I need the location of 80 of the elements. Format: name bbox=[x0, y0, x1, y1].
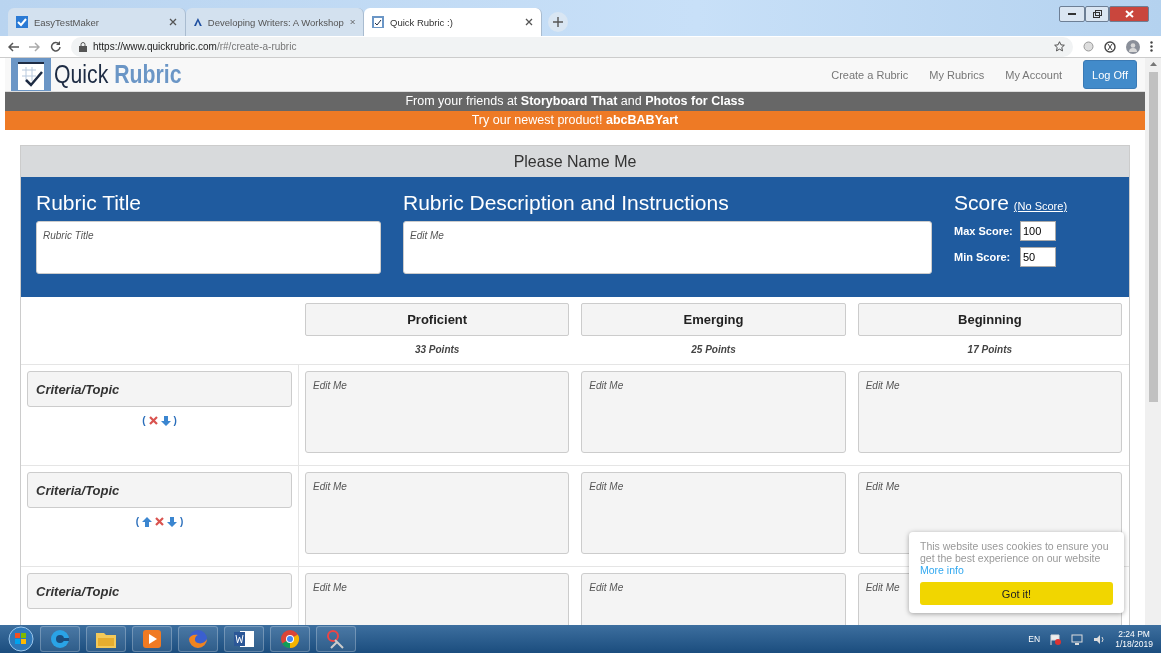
speaker-icon[interactable] bbox=[1093, 633, 1106, 645]
fox-globe-icon[interactable] bbox=[187, 628, 209, 650]
no-score-link[interactable]: (No Score) bbox=[1013, 200, 1068, 212]
browser-tab[interactable]: Developing Writers: A Workshop bbox=[186, 8, 364, 36]
clock-time[interactable]: 2:24 PM bbox=[1118, 629, 1150, 639]
rubric-name[interactable]: Please Name Me bbox=[21, 146, 1129, 177]
max-score-field[interactable]: 100 bbox=[1020, 221, 1056, 241]
star-icon[interactable] bbox=[1054, 41, 1065, 52]
description-cell[interactable]: Edit Me bbox=[305, 472, 570, 554]
flag-icon[interactable] bbox=[1050, 633, 1062, 645]
column-heading[interactable]: Emerging bbox=[581, 303, 846, 336]
language-indicator[interactable]: EN bbox=[1028, 634, 1041, 644]
delete-icon[interactable] bbox=[148, 416, 158, 425]
nav-link[interactable]: My Account bbox=[1005, 68, 1063, 81]
restore-button[interactable] bbox=[1085, 6, 1109, 22]
points-label: 17 Points bbox=[966, 344, 1014, 355]
site-logo: Quick Rubric bbox=[54, 60, 182, 89]
points-label: 25 Points bbox=[690, 344, 737, 355]
reload-icon[interactable] bbox=[50, 41, 61, 52]
description-field[interactable]: Edit Me bbox=[403, 221, 932, 274]
min-score-field[interactable]: 50 bbox=[1020, 247, 1056, 267]
scrollbar[interactable] bbox=[1145, 58, 1161, 625]
close-icon[interactable] bbox=[169, 18, 177, 26]
restore-icon[interactable] bbox=[1092, 10, 1102, 18]
close-window-button[interactable] bbox=[1109, 6, 1149, 22]
description-cell[interactable]: Edit Me bbox=[305, 371, 570, 453]
description-cell[interactable]: Edit Me bbox=[305, 573, 570, 625]
log-off-button[interactable]: Log Off bbox=[1083, 60, 1137, 89]
delete-icon[interactable] bbox=[155, 517, 164, 526]
close-icon[interactable] bbox=[525, 18, 533, 26]
column-heading[interactable]: Beginning bbox=[857, 303, 1122, 336]
field-label: Rubric Description and Instructions bbox=[403, 191, 730, 215]
promo-banner: Try our newest product! abcBABYart bbox=[5, 111, 1145, 130]
column-heading[interactable]: Proficient bbox=[305, 303, 570, 336]
description-cell[interactable]: Edit Me bbox=[581, 371, 846, 453]
minimize-icon[interactable] bbox=[1068, 12, 1076, 16]
rubric-icon bbox=[372, 16, 384, 28]
criteria-field[interactable]: Criteria/Topic bbox=[27, 371, 292, 407]
browser-e-icon[interactable] bbox=[49, 628, 71, 650]
nav-link[interactable]: Create a Rubric bbox=[831, 68, 909, 81]
criteria-field[interactable]: Criteria/Topic bbox=[27, 472, 292, 508]
field-label: Min Score: bbox=[954, 251, 1012, 263]
avatar-icon[interactable] bbox=[1126, 39, 1140, 54]
bracket: ) bbox=[173, 415, 177, 426]
nav-link[interactable]: My Rubrics bbox=[929, 68, 985, 81]
bracket: ) bbox=[180, 516, 184, 527]
check-icon bbox=[16, 16, 28, 28]
browser-tab[interactable]: Quick Rubric :) bbox=[364, 8, 542, 36]
field-label: Max Score: bbox=[954, 225, 1014, 237]
back-icon[interactable] bbox=[8, 41, 19, 52]
lock-icon bbox=[79, 41, 87, 52]
new-tab-button[interactable] bbox=[548, 12, 568, 32]
title-field[interactable]: Rubric Title bbox=[36, 221, 381, 274]
plus-icon[interactable] bbox=[553, 17, 563, 27]
clock-date[interactable]: 1/18/2019 bbox=[1115, 639, 1153, 649]
description-cell[interactable]: Edit Me bbox=[581, 472, 846, 554]
down-arrow-icon[interactable] bbox=[167, 516, 177, 527]
got-it-button[interactable]: Got it! bbox=[920, 582, 1113, 605]
description-cell[interactable]: Edit Me bbox=[857, 371, 1122, 453]
scroll-up-icon[interactable] bbox=[1149, 62, 1157, 66]
minimize-button[interactable] bbox=[1059, 6, 1085, 22]
start-button[interactable] bbox=[8, 626, 34, 652]
address-field[interactable]: https://www.quickrubric.com/r#/create-a-rubric bbox=[71, 36, 1073, 57]
bracket: ( bbox=[135, 516, 139, 527]
browser-tab[interactable]: EasyTestMaker bbox=[8, 8, 186, 36]
word-icon[interactable] bbox=[233, 629, 255, 649]
bracket: ( bbox=[142, 415, 146, 426]
media-player-icon[interactable] bbox=[142, 629, 162, 649]
criteria-field[interactable]: Criteria/Topic bbox=[27, 573, 292, 609]
extension-icon[interactable] bbox=[1104, 40, 1116, 53]
description-cell[interactable]: Edit Me bbox=[581, 573, 846, 625]
network-icon[interactable] bbox=[1071, 633, 1084, 645]
chrome-icon[interactable] bbox=[279, 628, 301, 650]
down-arrow-icon[interactable] bbox=[160, 415, 171, 426]
up-arrow-icon[interactable] bbox=[142, 516, 152, 527]
promo-banner: From your friends at Storyboard That and Photos for Class bbox=[5, 92, 1145, 111]
score-label: Score bbox=[954, 191, 1009, 215]
field-label: Rubric Title bbox=[36, 191, 143, 215]
menu-icon[interactable] bbox=[1150, 41, 1153, 52]
points-label: 33 Points bbox=[413, 344, 461, 355]
